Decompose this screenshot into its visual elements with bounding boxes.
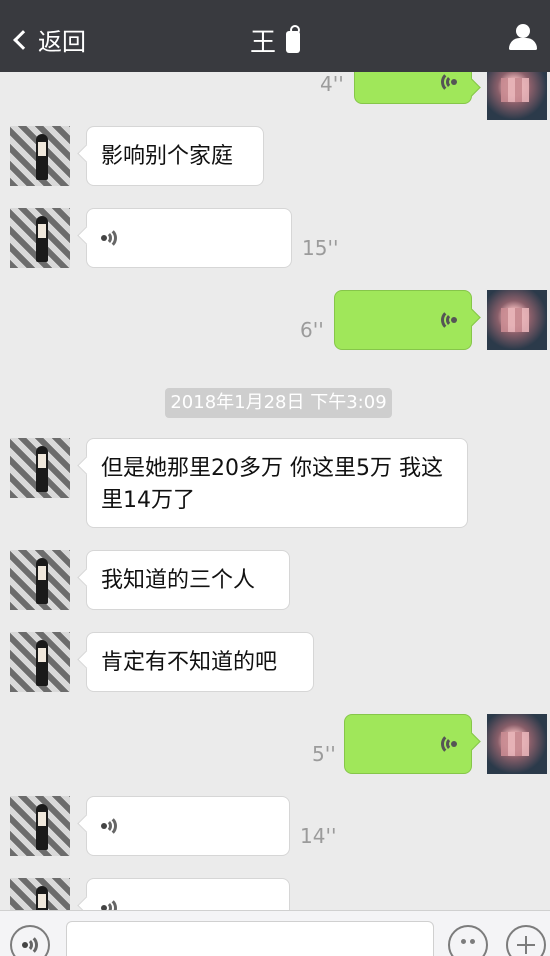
message-text: 影响别个家庭 xyxy=(101,144,234,169)
voice-input-button[interactable] xyxy=(10,925,50,956)
voice-wave-icon xyxy=(433,308,457,332)
text-message[interactable]: 我知道的三个人 xyxy=(86,550,290,610)
voice-duration: 6'' xyxy=(300,318,324,342)
contact-avatar[interactable] xyxy=(10,126,70,186)
user-icon[interactable] xyxy=(508,24,538,50)
voice-message[interactable] xyxy=(354,72,472,104)
my-avatar[interactable] xyxy=(487,714,547,774)
chat-header: 返回 王 xyxy=(0,0,550,72)
text-message[interactable]: 但是她那里20多万 你这里5万 我这里14万了 xyxy=(86,438,468,528)
voice-duration: 14'' xyxy=(300,824,337,848)
message-list[interactable]: 4'' 影响别个家庭 15'' 6'' 2018年1月28日 下午3:09 但是… xyxy=(0,72,550,910)
voice-message[interactable] xyxy=(86,878,290,910)
bottle-icon xyxy=(286,25,300,53)
voice-message[interactable] xyxy=(86,208,292,268)
message-text: 我知道的三个人 xyxy=(101,568,256,593)
voice-message[interactable] xyxy=(86,796,290,856)
contact-name: 王 xyxy=(249,28,276,58)
voice-wave-icon xyxy=(433,72,457,94)
voice-wave-icon xyxy=(101,226,125,250)
voice-message[interactable] xyxy=(334,290,472,350)
input-bar xyxy=(0,910,550,956)
text-message[interactable]: 肯定有不知道的吧 xyxy=(86,632,314,692)
my-avatar[interactable] xyxy=(487,72,547,120)
contact-avatar[interactable] xyxy=(10,208,70,268)
plus-icon[interactable] xyxy=(506,925,546,956)
my-avatar[interactable] xyxy=(487,290,547,350)
message-text: 肯定有不知道的吧 xyxy=(101,650,278,675)
contact-avatar[interactable] xyxy=(10,550,70,610)
voice-message[interactable] xyxy=(344,714,472,774)
text-message[interactable]: 影响别个家庭 xyxy=(86,126,264,186)
voice-duration: 4'' xyxy=(320,72,344,96)
contact-avatar[interactable] xyxy=(10,878,70,910)
voice-wave-icon xyxy=(433,732,457,756)
voice-wave-icon xyxy=(101,896,125,910)
message-text: 但是她那里20多万 你这里5万 我这里14万了 xyxy=(101,456,443,513)
chat-title: 王 xyxy=(0,22,550,59)
message-input[interactable] xyxy=(66,921,434,956)
contact-avatar[interactable] xyxy=(10,632,70,692)
voice-wave-icon xyxy=(101,814,125,838)
timestamp: 2018年1月28日 下午3:09 xyxy=(165,388,392,418)
emoji-icon[interactable] xyxy=(448,925,488,956)
voice-wave-icon xyxy=(22,933,46,956)
voice-duration: 15'' xyxy=(302,236,339,260)
contact-avatar[interactable] xyxy=(10,438,70,498)
voice-duration: 5'' xyxy=(312,742,336,766)
contact-avatar[interactable] xyxy=(10,796,70,856)
